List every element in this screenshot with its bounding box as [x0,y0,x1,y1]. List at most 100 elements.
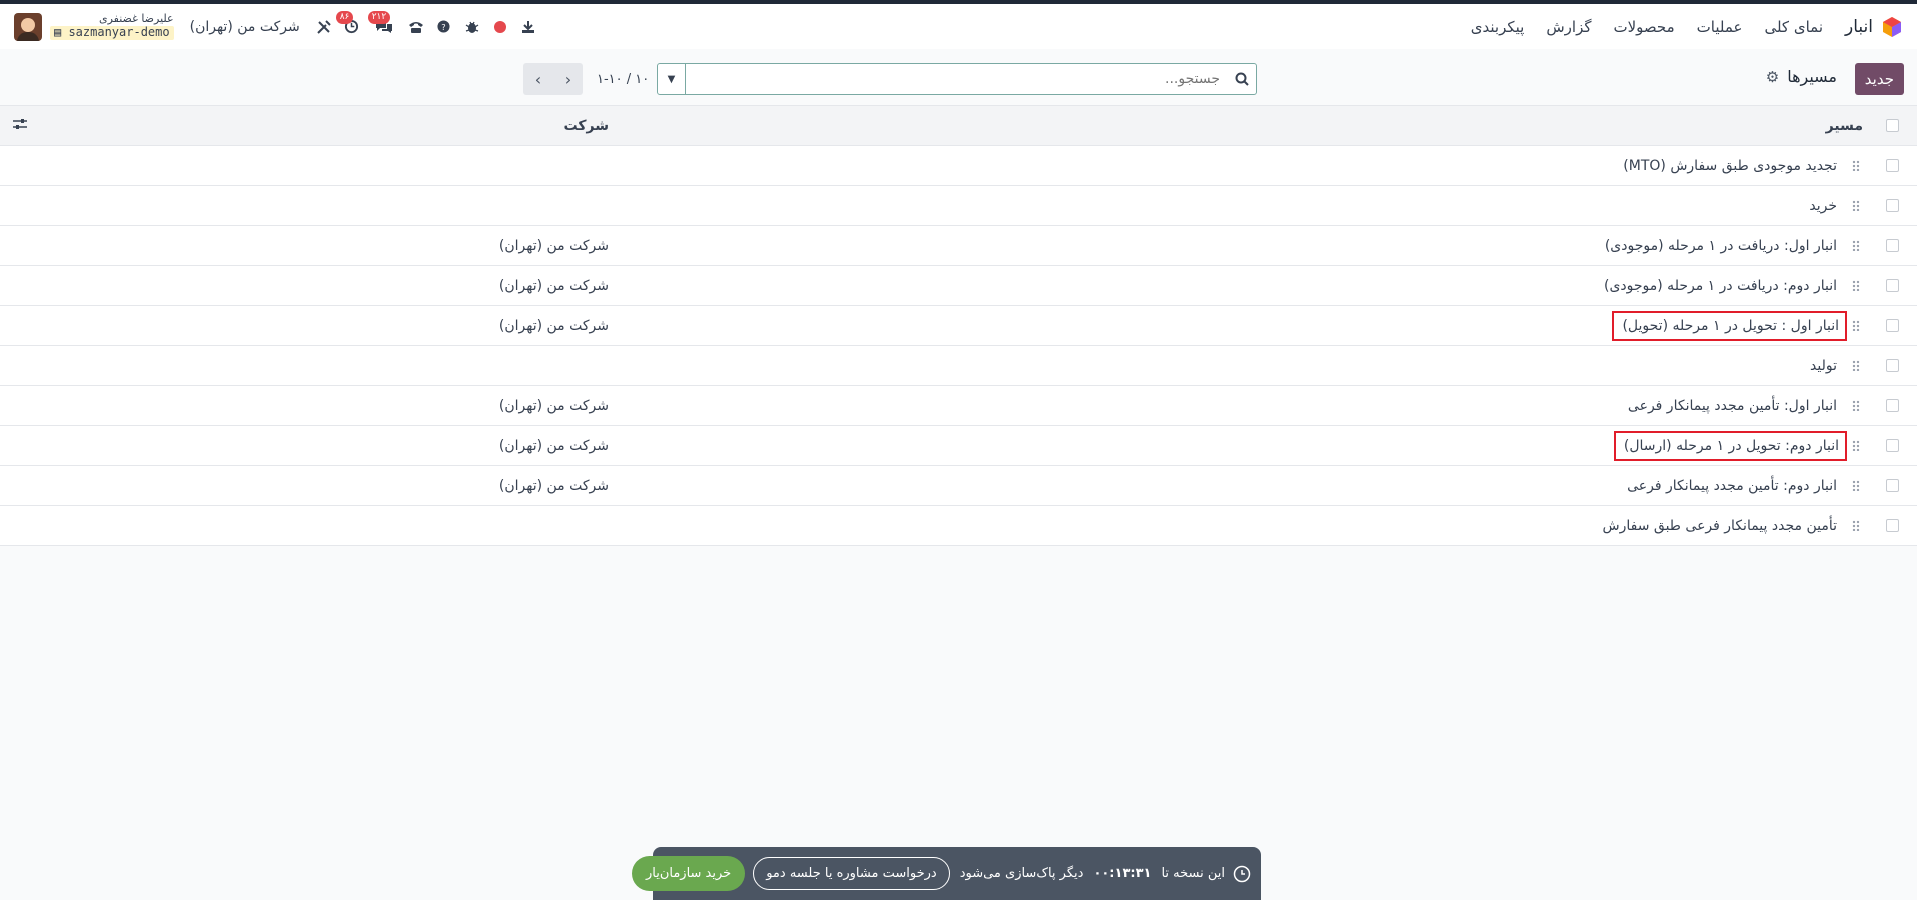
clock-icon [1233,865,1251,883]
company-cell[interactable] [0,145,609,186]
user-menu[interactable]: علیرضا غضنفری ▤ sazmanyar-demo [50,13,174,40]
app-name[interactable]: انبار [1845,17,1873,37]
route-name-cell[interactable]: انبار دوم: تأمین مجدد پیمانکار فرعی [609,465,1845,506]
settings-tools-icon[interactable] [314,17,334,37]
row-checkbox[interactable] [1885,399,1899,412]
route-name-cell[interactable]: تجدید موجودی طبق سفارش (MTO) [609,145,1845,186]
buy-button[interactable]: خرید سازمان‌یار [631,856,746,891]
company-cell[interactable] [0,505,609,546]
route-name: انبار اول : تحویل در ۱ مرحله (تحویل) [1612,310,1847,341]
optional-columns-icon[interactable] [0,105,40,146]
inventory-app-icon[interactable] [1881,16,1903,38]
user-avatar[interactable] [14,12,42,41]
row-checkbox[interactable] [1885,279,1899,292]
menu-operations[interactable]: عملیات [1697,18,1743,36]
pager-previous-icon[interactable]: ‹ [523,63,553,95]
search-input[interactable] [686,64,1228,94]
drag-handle-icon[interactable] [1845,225,1867,266]
pager-value[interactable]: ۱-۱۰ / ۱۰ [597,72,649,87]
consult-request-button[interactable]: درخواست مشاوره یا جلسه دمو [753,857,950,890]
menu-overview[interactable]: نمای کلی [1764,18,1823,36]
table-row[interactable]: انبار دوم: تأمین مجدد پیمانکار فرعی شرکت… [0,465,1917,506]
column-header-route[interactable]: مسیر [609,105,1867,146]
pager-next-icon[interactable]: › [553,63,583,95]
table-row[interactable]: انبار دوم: دریافت در ۱ مرحله (موجودی) شر… [0,265,1917,306]
row-checkbox[interactable] [1885,159,1899,172]
pager-buttons: ‹ › [523,63,583,95]
chat-icon[interactable]: ۲۱۲ [367,10,394,37]
gear-icon[interactable]: ⚙ [1766,68,1779,86]
table-row[interactable]: انبار اول: تأمین مجدد پیمانکار فرعی شرکت… [0,385,1917,426]
table-row[interactable]: تأمین مجدد پیمانکار فرعی طبق سفارش [0,505,1917,546]
help-icon[interactable]: ? [434,17,454,37]
search-options-toggle-icon[interactable]: ▼ [658,64,686,94]
table-row[interactable]: انبار اول: دریافت در ۱ مرحله (موجودی) شر… [0,225,1917,266]
table-row[interactable]: خرید [0,185,1917,226]
row-select-cell [1867,185,1917,226]
row-checkbox[interactable] [1885,199,1899,212]
company-cell[interactable]: شرکت من (تهران) [0,385,609,426]
route-name-cell[interactable]: تولید [609,345,1845,386]
company-switcher[interactable]: شرکت من (تهران) [190,19,300,35]
row-checkbox[interactable] [1885,519,1899,532]
company-cell[interactable] [0,345,609,386]
table-row[interactable]: تولید [0,345,1917,386]
company-cell[interactable] [0,185,609,226]
clock-icon[interactable]: ۸۶ [335,10,362,37]
bug-icon[interactable] [462,17,482,37]
main-navbar: انبار نمای کلی عملیات محصولات گزارش پیکر… [0,4,1917,49]
row-checkbox[interactable] [1885,239,1899,252]
navbar-systray: علیرضا غضنفری ▤ sazmanyar-demo شرکت من (… [14,4,546,49]
route-name-cell[interactable]: تأمین مجدد پیمانکار فرعی طبق سفارش [609,505,1845,546]
route-name-cell[interactable]: انبار اول: دریافت در ۱ مرحله (موجودی) [609,225,1845,266]
control-panel: جدید مسیرها ⚙ ▼ ‹ › ۱-۱۰ / ۱۰ [0,49,1917,105]
route-name-cell[interactable]: انبار دوم: تحویل در ۱ مرحله (ارسال) [609,425,1848,466]
drag-handle-icon[interactable] [1845,465,1867,506]
activity-counter: ۸۶ [335,10,354,24]
route-name: انبار اول: تأمین مجدد پیمانکار فرعی [1627,397,1837,414]
table-row[interactable]: انبار دوم: تحویل در ۱ مرحله (ارسال) شرکت… [0,425,1917,466]
select-all-checkbox[interactable] [1885,119,1899,132]
drag-handle-icon[interactable] [1845,265,1867,306]
route-name: انبار دوم: تحویل در ۱ مرحله (ارسال) [1613,430,1848,461]
download-icon[interactable] [518,17,538,37]
row-checkbox[interactable] [1885,359,1899,372]
drag-handle-icon[interactable] [1845,345,1867,386]
drag-handle-icon[interactable] [1845,305,1867,346]
column-header-company[interactable]: شرکت [40,105,609,146]
route-company: شرکت من (تهران) [498,477,609,494]
table-row[interactable]: تجدید موجودی طبق سفارش (MTO) [0,145,1917,186]
row-select-cell [1867,225,1917,266]
drag-handle-icon[interactable] [1845,385,1867,426]
menu-reporting[interactable]: گزارش [1546,18,1591,36]
company-cell[interactable]: شرکت من (تهران) [0,425,609,466]
new-button[interactable]: جدید [1854,63,1904,95]
drag-handle-icon[interactable] [1845,185,1867,226]
routes-list-table: مسیر شرکت تجدید موجودی طبق سفارش (MTO) خ… [0,105,1917,546]
route-name-cell[interactable]: انبار اول : تحویل در ۱ مرحله (تحویل) [609,305,1847,346]
company-cell[interactable]: شرکت من (تهران) [0,225,609,266]
phone-icon[interactable] [406,17,426,37]
drag-handle-icon[interactable] [1845,425,1867,466]
record-icon[interactable] [490,17,510,37]
row-checkbox[interactable] [1885,439,1899,452]
route-name-cell[interactable]: انبار دوم: دریافت در ۱ مرحله (موجودی) [609,265,1845,306]
company-cell[interactable]: شرکت من (تهران) [0,465,609,506]
drag-handle-icon[interactable] [1845,505,1867,546]
search-icon[interactable] [1228,72,1256,86]
company-cell[interactable]: شرکت من (تهران) [0,305,609,346]
route-name-cell[interactable]: انبار اول: تأمین مجدد پیمانکار فرعی [609,385,1845,426]
route-name-cell[interactable]: خرید [609,185,1845,226]
page-title: مسیرها [1787,67,1837,86]
promo-suffix: دیگر پاک‌سازی می‌شود [959,866,1084,881]
company-cell[interactable]: شرکت من (تهران) [0,265,609,306]
table-row[interactable]: انبار اول : تحویل در ۱ مرحله (تحویل) شرک… [0,305,1917,346]
messages-counter: ۲۱۲ [367,10,391,24]
menu-products[interactable]: محصولات [1614,18,1675,36]
row-checkbox[interactable] [1885,479,1899,492]
row-checkbox[interactable] [1885,319,1899,332]
menu-configuration[interactable]: پیکربندی [1471,18,1525,36]
drag-handle-icon[interactable] [1845,145,1867,186]
route-name: انبار دوم: دریافت در ۱ مرحله (موجودی) [1604,277,1837,294]
route-name: تجدید موجودی طبق سفارش (MTO) [1623,157,1837,174]
